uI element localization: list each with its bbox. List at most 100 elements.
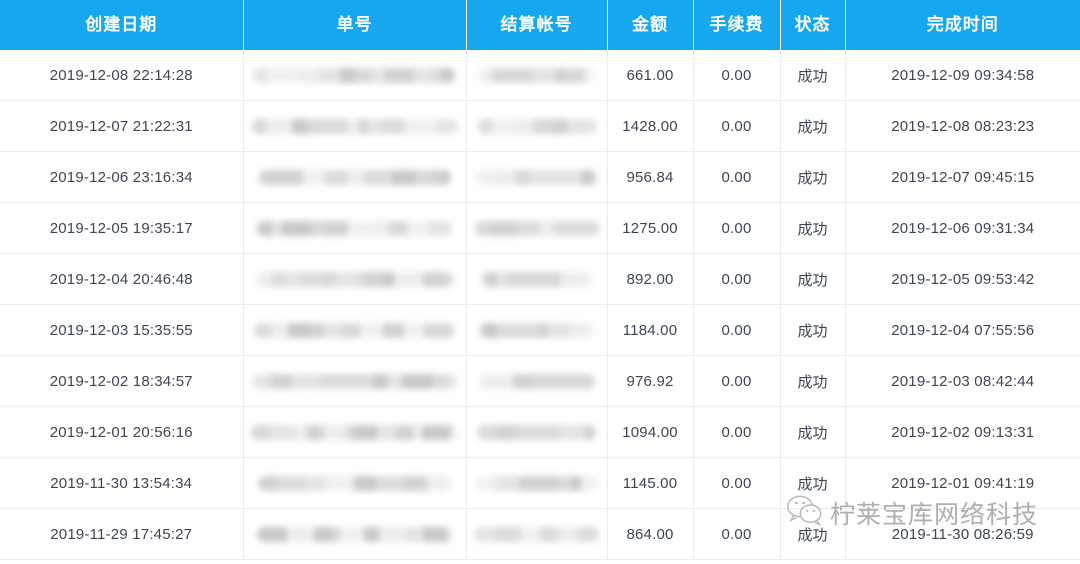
cell-order-no [243,202,467,254]
cell-amount: 892.00 [607,253,694,305]
cell-settle-acct [466,151,608,203]
redacted-value [256,526,453,542]
cell-create-date: 2019-12-08 22:14:28 [0,50,244,101]
table-row[interactable]: 2019-12-08 22:14:28 661.00 0.00 成功 2019-12-0… [0,50,1080,101]
table-row[interactable]: 2019-11-29 17:45:27 864.00 0.00 成功 2019-11-3… [0,508,1080,560]
table-row[interactable]: 2019-12-05 19:35:17 1275.00 0.00 成功 2019-12-… [0,202,1080,254]
table-row[interactable]: 2019-12-01 20:56:16 1094.00 0.00 成功 2019-12-… [0,406,1080,458]
cell-amount: 1428.00 [607,100,694,152]
cell-status: 成功 [780,100,846,152]
cell-settle-acct [466,100,608,152]
cell-finish-time: 2019-12-07 09:45:15 [845,151,1080,203]
cell-finish-time: 2019-12-05 09:53:42 [845,253,1080,305]
column-header-amount[interactable]: 金额 [607,0,694,50]
redacted-value [475,475,598,491]
cell-finish-time: 2019-12-01 09:41:19 [845,457,1080,509]
cell-create-date: 2019-11-29 17:45:27 [0,508,244,560]
cell-amount: 1184.00 [607,304,694,356]
column-header-order-no[interactable]: 单号 [243,0,467,50]
cell-amount: 976.92 [607,355,694,407]
settlement-table: 创建日期 单号 结算帐号 金额 手续费 状态 完成时间 2019-12-08 2… [0,0,1080,560]
cell-status: 成功 [780,355,846,407]
cell-order-no [243,100,467,152]
cell-status: 成功 [780,151,846,203]
redacted-value [258,475,451,491]
cell-fee: 0.00 [693,406,781,458]
table-row[interactable]: 2019-12-04 20:46:48 892.00 0.00 成功 2019-12-0… [0,253,1080,305]
table-row[interactable]: 2019-12-02 18:34:57 976.92 0.00 成功 2019-12-0… [0,355,1080,407]
cell-status: 成功 [780,304,846,356]
cell-order-no [243,304,467,356]
cell-create-date: 2019-12-03 15:35:55 [0,304,244,356]
table-header-row: 创建日期 单号 结算帐号 金额 手续费 状态 完成时间 [0,0,1080,50]
cell-amount: 1275.00 [607,202,694,254]
column-header-create-date[interactable]: 创建日期 [0,0,244,50]
cell-settle-acct [466,50,608,101]
column-header-fee[interactable]: 手续费 [693,0,781,50]
redacted-value [257,220,452,236]
cell-finish-time: 2019-12-08 08:23:23 [845,100,1080,152]
cell-status: 成功 [780,202,846,254]
redacted-value [478,373,595,389]
table-row[interactable]: 2019-11-30 13:54:34 1145.00 0.00 成功 2019-12-… [0,457,1080,509]
redacted-value [253,67,456,83]
column-header-finish-time[interactable]: 完成时间 [845,0,1080,50]
redacted-value [481,271,592,287]
cell-finish-time: 2019-11-30 08:26:59 [845,508,1080,560]
redacted-value [258,169,451,185]
cell-order-no [243,355,467,407]
cell-settle-acct [466,355,608,407]
cell-amount: 1145.00 [607,457,694,509]
cell-create-date: 2019-12-01 20:56:16 [0,406,244,458]
cell-settle-acct [466,457,608,509]
cell-fee: 0.00 [693,253,781,305]
cell-settle-acct [466,406,608,458]
redacted-value [479,67,594,83]
redacted-value [251,424,458,440]
cell-status: 成功 [780,406,846,458]
cell-order-no [243,406,467,458]
cell-status: 成功 [780,50,846,101]
redacted-value [255,271,454,287]
cell-settle-acct [466,508,608,560]
column-header-settle-acct[interactable]: 结算帐号 [466,0,608,50]
cell-order-no [243,253,467,305]
cell-fee: 0.00 [693,151,781,203]
table-header: 创建日期 单号 结算帐号 金额 手续费 状态 完成时间 [0,0,1080,50]
cell-status: 成功 [780,253,846,305]
redacted-value [477,118,596,134]
cell-order-no [243,508,467,560]
cell-create-date: 2019-12-07 21:22:31 [0,100,244,152]
cell-fee: 0.00 [693,304,781,356]
table-row[interactable]: 2019-12-03 15:35:55 1184.00 0.00 成功 2019-12-… [0,304,1080,356]
redacted-value [254,322,455,338]
column-header-status[interactable]: 状态 [780,0,846,50]
cell-finish-time: 2019-12-09 09:34:58 [845,50,1080,101]
cell-fee: 0.00 [693,508,781,560]
table-body: 2019-12-08 22:14:28 661.00 0.00 成功 2019-12-0… [0,50,1080,560]
table-row[interactable]: 2019-12-06 23:16:34 956.84 0.00 成功 2019-12-0… [0,151,1080,203]
cell-create-date: 2019-12-05 19:35:17 [0,202,244,254]
redacted-value [480,322,593,338]
table-row[interactable]: 2019-12-07 21:22:31 1428.00 0.00 成功 2019-12-… [0,100,1080,152]
cell-fee: 0.00 [693,355,781,407]
cell-finish-time: 2019-12-03 08:42:44 [845,355,1080,407]
cell-fee: 0.00 [693,100,781,152]
cell-fee: 0.00 [693,50,781,101]
cell-order-no [243,151,467,203]
cell-settle-acct [466,253,608,305]
redacted-value [477,424,596,440]
cell-amount: 864.00 [607,508,694,560]
redacted-value [251,118,458,134]
cell-status: 成功 [780,457,846,509]
cell-amount: 956.84 [607,151,694,203]
cell-settle-acct [466,304,608,356]
screenshot-root: 创建日期 单号 结算帐号 金额 手续费 状态 完成时间 2019-12-08 2… [0,0,1080,564]
cell-finish-time: 2019-12-02 09:13:31 [845,406,1080,458]
redacted-value [474,526,599,542]
cell-fee: 0.00 [693,457,781,509]
cell-finish-time: 2019-12-04 07:55:56 [845,304,1080,356]
cell-settle-acct [466,202,608,254]
cell-amount: 661.00 [607,50,694,101]
cell-create-date: 2019-12-02 18:34:57 [0,355,244,407]
